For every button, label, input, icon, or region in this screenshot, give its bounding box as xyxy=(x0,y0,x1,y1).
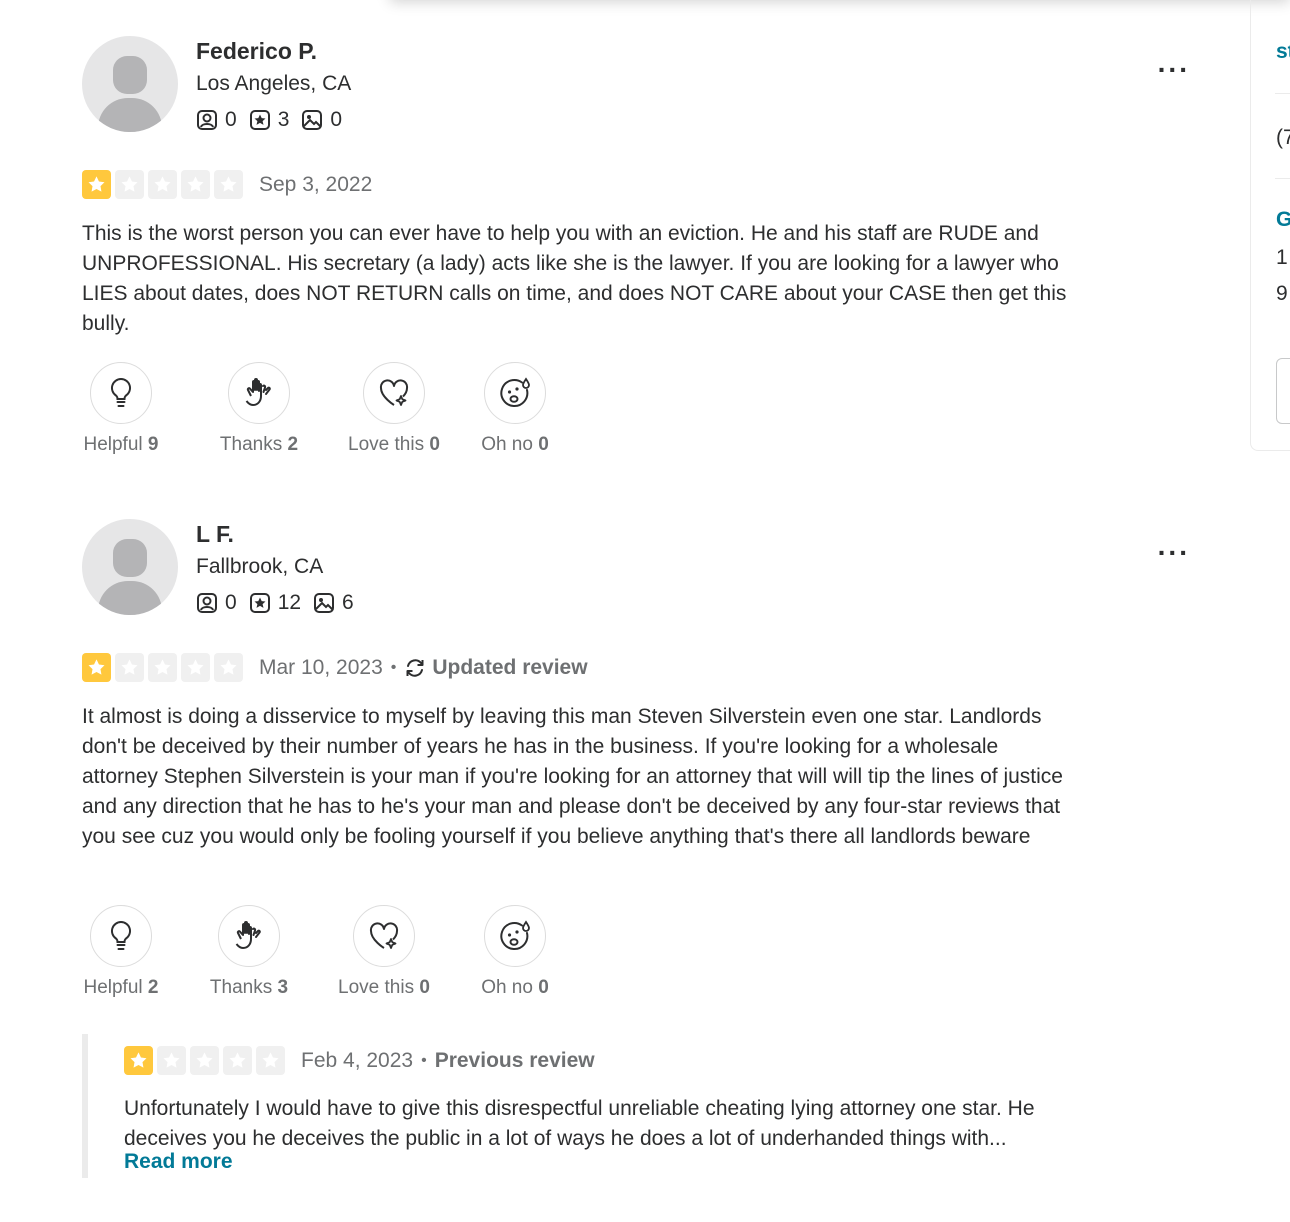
star-icon xyxy=(181,170,210,199)
helpful-label: Helpful 9 xyxy=(83,434,159,455)
star-icon xyxy=(148,170,177,199)
helpful-label: Helpful 2 xyxy=(83,977,159,998)
review-card: L F. Fallbrook, CA 0 12 6 ... Mar 10, 20… xyxy=(82,519,1192,1009)
star-icon xyxy=(181,653,210,682)
thanks-reaction[interactable]: Thanks 3 xyxy=(210,905,288,999)
previous-review-tag: Previous review xyxy=(434,1048,595,1072)
rating-row: Mar 10, 2023 • Updated review xyxy=(82,653,588,682)
reaction-bar: Helpful 9 Thanks 2 Love this 0 Oh no 0 xyxy=(82,362,550,456)
sidebar-divider xyxy=(1275,178,1290,179)
user-location: Fallbrook, CA xyxy=(196,555,324,578)
star-icon xyxy=(214,170,243,199)
avatar[interactable] xyxy=(82,519,178,615)
user-name[interactable]: L F. xyxy=(196,521,234,548)
separator-dot: • xyxy=(421,1051,427,1069)
star-icon xyxy=(115,170,144,199)
friends-icon xyxy=(197,593,217,613)
more-options-button[interactable]: ... xyxy=(1158,532,1190,560)
star-icon xyxy=(214,653,243,682)
friends-count: 0 xyxy=(225,591,237,614)
love-this-reaction[interactable]: Love this 0 xyxy=(338,905,430,999)
photos-count: 6 xyxy=(342,591,354,614)
friends-icon xyxy=(197,110,217,130)
sidebar-text: (7 xyxy=(1276,126,1290,149)
review-star-icon xyxy=(249,593,270,613)
sidebar-link[interactable]: st xyxy=(1276,40,1290,64)
helpful-reaction[interactable]: Helpful 9 xyxy=(82,362,160,456)
star-icon xyxy=(190,1046,219,1075)
review-date: Mar 10, 2023 xyxy=(259,655,383,679)
user-stats: 0 12 6 xyxy=(196,591,366,615)
friends-stat: 0 xyxy=(196,108,237,132)
star-icon xyxy=(256,1046,285,1075)
star-icon xyxy=(115,653,144,682)
avatar[interactable] xyxy=(82,36,178,132)
reaction-bar: Helpful 2 Thanks 3 Love this 0 Oh no 0 xyxy=(82,905,550,999)
review-card: Federico P. Los Angeles, CA 0 3 0 ... Se… xyxy=(82,36,1192,466)
lightbulb-icon[interactable] xyxy=(90,905,152,967)
read-more-link[interactable]: Read more xyxy=(124,1150,233,1174)
more-options-button[interactable]: ... xyxy=(1158,49,1190,77)
heart-sparkle-icon[interactable] xyxy=(363,362,425,424)
love-this-reaction[interactable]: Love this 0 xyxy=(348,362,440,456)
heart-sparkle-icon[interactable] xyxy=(353,905,415,967)
refresh-icon xyxy=(406,658,424,677)
oh-no-label: Oh no 0 xyxy=(481,977,549,998)
rating-row: Feb 4, 2023 • Previous review xyxy=(124,1046,595,1075)
reviews-stat: 3 xyxy=(249,108,290,132)
sidebar-text: 9 xyxy=(1276,282,1288,305)
friends-stat: 0 xyxy=(196,591,237,615)
reviews-count: 12 xyxy=(277,591,302,614)
worried-face-icon[interactable] xyxy=(484,362,546,424)
star-icon xyxy=(124,1046,153,1075)
sidebar-panel: st (7 G 1 9 xyxy=(1250,0,1290,451)
sidebar-heading[interactable]: G xyxy=(1276,208,1290,232)
thanks-label: Thanks 3 xyxy=(209,977,289,998)
worried-face-icon[interactable] xyxy=(484,905,546,967)
sidebar-text: 1 xyxy=(1276,246,1288,269)
lightbulb-icon[interactable] xyxy=(90,362,152,424)
friends-count: 0 xyxy=(225,108,237,131)
clapping-hands-icon[interactable] xyxy=(228,362,290,424)
review-text: This is the worst person you can ever ha… xyxy=(82,222,1067,335)
love-this-label: Love this 0 xyxy=(348,434,440,455)
user-stats: 0 3 0 xyxy=(196,108,354,132)
star-icon xyxy=(157,1046,186,1075)
user-location: Los Angeles, CA xyxy=(196,72,352,95)
photo-icon xyxy=(314,593,335,613)
clapping-hands-icon[interactable] xyxy=(218,905,280,967)
updated-review-tag: Updated review xyxy=(404,656,588,680)
photos-stat: 6 xyxy=(313,591,354,615)
star-rating xyxy=(82,653,247,682)
separator-dot: • xyxy=(390,658,397,676)
oh-no-reaction[interactable]: Oh no 0 xyxy=(480,905,550,999)
oh-no-label: Oh no 0 xyxy=(481,434,549,455)
rating-row: Sep 3, 2022 xyxy=(82,170,372,199)
star-icon xyxy=(82,170,111,199)
love-this-label: Love this 0 xyxy=(338,977,430,998)
review-text: It almost is doing a disservice to mysel… xyxy=(82,705,1063,848)
sidebar-button[interactable] xyxy=(1276,358,1290,424)
review-star-icon xyxy=(249,110,270,130)
star-rating xyxy=(124,1046,289,1075)
sidebar-divider xyxy=(1275,93,1290,94)
star-icon xyxy=(223,1046,252,1075)
photos-count: 0 xyxy=(330,108,343,131)
user-name[interactable]: Federico P. xyxy=(196,38,317,65)
thanks-label: Thanks 2 xyxy=(219,434,299,455)
reviews-stat: 12 xyxy=(249,591,301,615)
review-date: Feb 4, 2023 xyxy=(301,1048,414,1072)
review-date: Sep 3, 2022 xyxy=(259,172,373,196)
star-icon xyxy=(148,653,177,682)
previous-review-text: Unfortunately I would have to give this … xyxy=(124,1097,1035,1150)
helpful-reaction[interactable]: Helpful 2 xyxy=(82,905,160,999)
oh-no-reaction[interactable]: Oh no 0 xyxy=(480,362,550,456)
star-rating xyxy=(82,170,247,199)
photos-stat: 0 xyxy=(301,108,342,132)
previous-review: Feb 4, 2023 • Previous review Unfortunat… xyxy=(82,1034,1118,1178)
photo-icon xyxy=(302,110,323,130)
reviews-count: 3 xyxy=(277,108,290,131)
thanks-reaction[interactable]: Thanks 2 xyxy=(220,362,298,456)
star-icon xyxy=(82,653,111,682)
